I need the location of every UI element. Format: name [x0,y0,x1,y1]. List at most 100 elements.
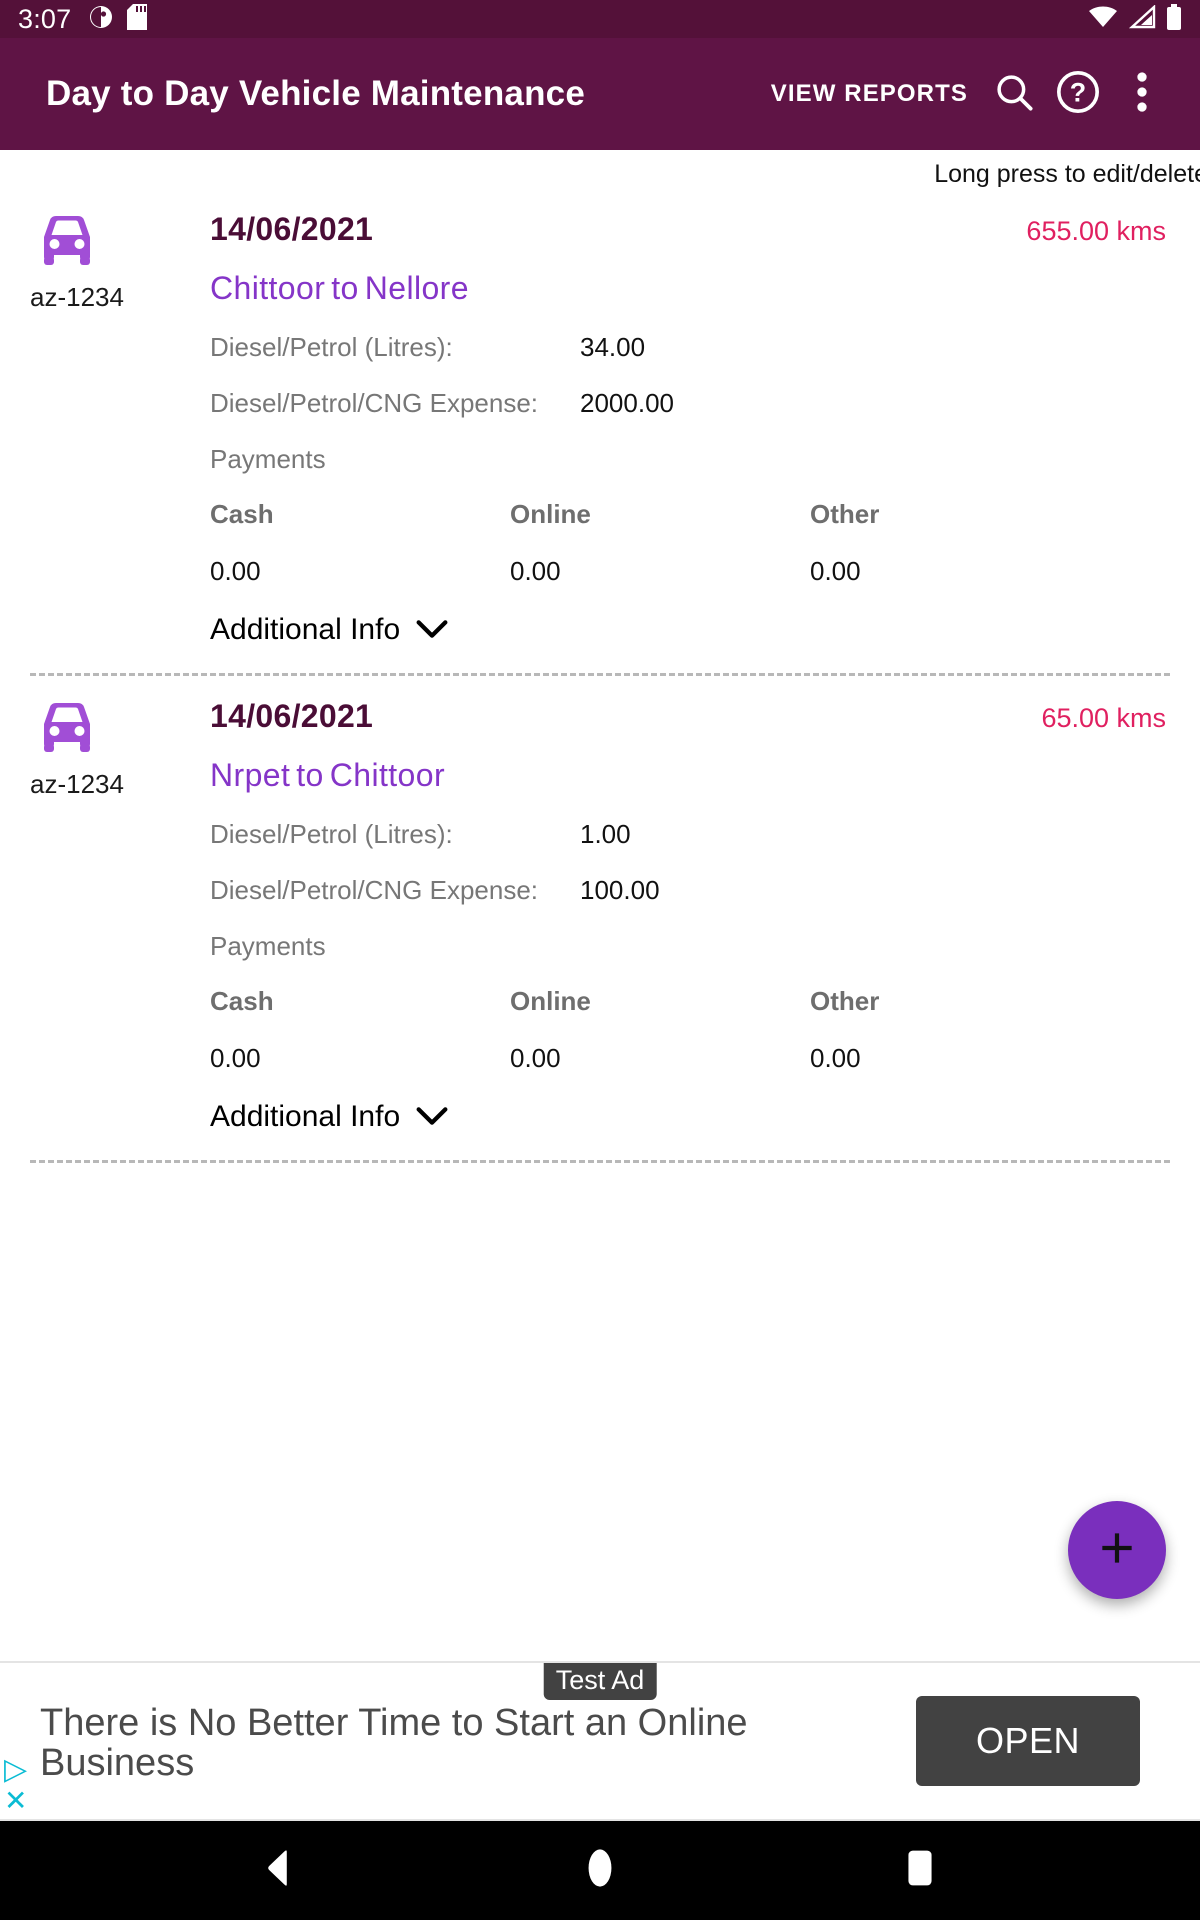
close-icon[interactable]: ✕ [4,1787,27,1815]
payment-column-online: Online 0.00 [510,986,810,1074]
car-icon [34,215,210,272]
trip-list-item[interactable]: az-1234 14/06/2021 65.00 kms Nrpet to Chit… [0,676,1200,1134]
cellular-signal-icon [1128,3,1156,34]
back-button[interactable] [245,1836,315,1906]
payment-header: Cash [210,499,274,529]
back-icon [263,1849,297,1892]
search-button[interactable] [982,62,1046,126]
search-icon [993,71,1035,118]
payment-column-other: Other 0.00 [810,986,1110,1074]
overflow-menu-button[interactable] [1110,62,1174,126]
trip-distance: 655.00 kms [1026,216,1166,246]
status-bar-right-icons [1088,3,1182,35]
payment-header: Online [510,986,591,1016]
trip-date: 14/06/2021 [210,698,374,734]
trip-list-item[interactable]: az-1234 14/06/2021 655.00 kms Chittoor to… [0,189,1200,647]
overflow-menu-icon [1127,71,1157,118]
adchoices-control[interactable]: ▷ ✕ [4,1755,27,1815]
android-navigation-bar [0,1821,1200,1920]
detail-row-fuel-litres: Diesel/Petrol (Litres): 34.00 [210,332,1166,363]
payment-header: Other [810,986,880,1016]
adchoices-triangle-icon[interactable]: ▷ [4,1755,27,1785]
svg-text:?: ? [1070,77,1086,107]
payment-column-cash: Cash 0.00 [210,499,510,587]
wifi-icon [1088,5,1118,34]
additional-info-label: Additional Info [210,613,401,646]
detail-label: Diesel/Petrol/CNG Expense: [210,388,539,418]
recents-icon [907,1849,933,1892]
help-icon: ? [1055,69,1101,120]
payment-value: 0.00 [210,1043,261,1073]
additional-info-label: Additional Info [210,1100,401,1133]
detail-value: 1.00 [580,819,631,849]
payments-section-label: Payments [210,444,326,474]
payments-section-label: Payments [210,931,326,961]
detail-label: Diesel/Petrol/CNG Expense: [210,875,539,905]
page-title: Day to Day Vehicle Maintenance [46,74,585,113]
payment-header: Online [510,499,591,529]
detail-row-fuel-expense: Diesel/Petrol/CNG Expense: 2000.00 [210,388,1166,419]
add-trip-fab[interactable] [1068,1501,1166,1599]
vehicle-number: az-1234 [30,282,124,312]
ad-test-badge: Test Ad [543,1663,657,1701]
payments-grid: Cash 0.00 Online 0.00 Other 0.00 [210,499,1166,587]
trip-route-separator: to [296,757,324,793]
detail-value: 34.00 [580,332,646,362]
vehicle-number: az-1234 [30,769,124,799]
sd-card-icon [127,3,148,35]
status-bar: 3:07 [0,0,1200,38]
vehicle-column: az-1234 [28,211,210,647]
trip-details: 14/06/2021 65.00 kms Nrpet to Chittoor Die… [210,698,1172,1134]
chevron-down-icon [416,1100,448,1134]
payment-value: 0.00 [810,556,861,586]
detail-label: Diesel/Petrol (Litres): [210,819,453,849]
trip-divider [30,1160,1170,1163]
status-bar-clock: 3:07 [18,3,72,34]
trip-distance: 65.00 kms [1041,703,1166,733]
battery-icon [1166,3,1182,35]
payments-grid: Cash 0.00 Online 0.00 Other 0.00 [210,986,1166,1074]
ad-banner[interactable]: Test Ad There is No Better Time to Start… [0,1661,1200,1821]
home-button[interactable] [565,1836,635,1906]
app-bar: Day to Day Vehicle Maintenance VIEW REPO… [0,38,1200,150]
payment-column-other: Other 0.00 [810,499,1110,587]
payment-column-online: Online 0.00 [510,499,810,587]
view-reports-button[interactable]: VIEW REPORTS [757,68,982,120]
trip-header: 14/06/2021 655.00 kms [210,211,1166,248]
detail-value: 100.00 [580,875,660,905]
additional-info-toggle[interactable]: Additional Info [210,613,1166,647]
trip-route-separator: to [331,270,359,306]
recents-button[interactable] [885,1836,955,1906]
help-button[interactable]: ? [1046,62,1110,126]
payment-value: 0.00 [810,1043,861,1073]
trip-route: Nrpet to Chittoor [210,757,1166,794]
trip-destination: Nellore [364,270,469,306]
vehicle-column: az-1234 [28,698,210,1134]
payment-header: Cash [210,986,274,1016]
payment-column-cash: Cash 0.00 [210,986,510,1074]
status-bar-left-icons [89,3,1088,35]
long-press-hint: Long press to edit/delete [934,160,1200,188]
ad-open-button[interactable]: OPEN [915,1696,1140,1786]
ad-headline: There is No Better Time to Start an Onli… [40,1702,748,1784]
trip-route: Chittoor to Nellore [210,270,1166,307]
payment-value: 0.00 [510,556,561,586]
trip-header: 14/06/2021 65.00 kms [210,698,1166,735]
payment-value: 0.00 [510,1043,561,1073]
payment-header: Other [810,499,880,529]
trip-details: 14/06/2021 655.00 kms Chittoor to Nellore … [210,211,1172,647]
trip-destination: Chittoor [329,757,445,793]
detail-row-fuel-litres: Diesel/Petrol (Litres): 1.00 [210,819,1166,850]
payment-value: 0.00 [210,556,261,586]
home-icon [587,1848,613,1893]
trip-origin: Chittoor [210,270,326,306]
detail-label: Diesel/Petrol (Litres): [210,332,453,362]
detail-value: 2000.00 [580,388,674,418]
trip-list: Long press to edit/delete az-1234 14/06/… [0,150,1200,1661]
additional-info-toggle[interactable]: Additional Info [210,1100,1166,1134]
trip-date: 14/06/2021 [210,211,374,247]
plus-icon [1095,1526,1139,1575]
chevron-down-icon [416,613,448,647]
detail-row-fuel-expense: Diesel/Petrol/CNG Expense: 100.00 [210,875,1166,906]
app-bar-actions: VIEW REPORTS ? [757,62,1174,126]
